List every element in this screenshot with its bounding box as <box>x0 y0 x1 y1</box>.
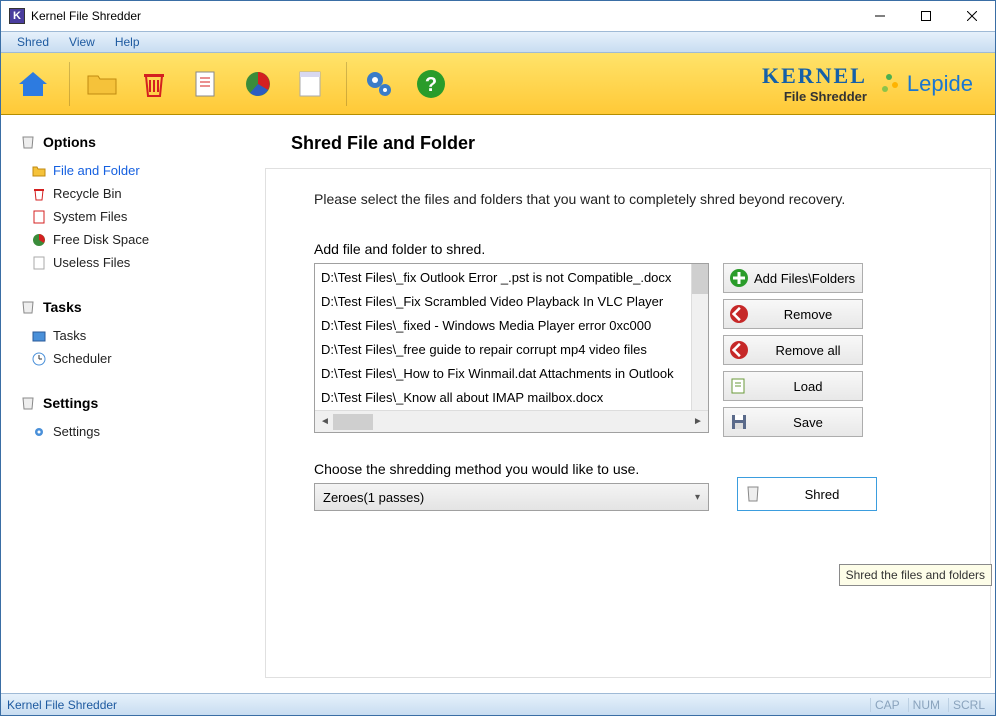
sidebar-group-tasks: Tasks <box>19 298 250 316</box>
clock-icon <box>31 351 47 367</box>
file-listbox[interactable]: D:\Test Files\_fix Outlook Error _.pst i… <box>314 263 709 433</box>
svg-text:?: ? <box>425 74 437 96</box>
load-button[interactable]: Load <box>723 371 863 401</box>
blank-file-icon <box>31 255 47 271</box>
sidebar-item-free-disk-space[interactable]: Free Disk Space <box>19 228 250 251</box>
system-files-button[interactable] <box>182 60 230 108</box>
folder-button[interactable] <box>78 60 126 108</box>
tooltip: Shred the files and folders <box>839 564 992 586</box>
sidebar-group-options: Options <box>19 133 250 151</box>
pie-icon <box>31 232 47 248</box>
status-num: NUM <box>908 698 944 712</box>
status-scrl: SCRL <box>948 698 989 712</box>
shred-icon <box>742 483 764 505</box>
load-icon <box>728 375 750 397</box>
brand: KERNEL File Shredder <box>762 63 879 104</box>
vendor-logo: Lepide <box>879 71 987 97</box>
home-button[interactable] <box>9 60 57 108</box>
sidebar-item-tasks[interactable]: Tasks <box>19 324 250 347</box>
list-item[interactable]: D:\Test Files\_Fix Scrambled Video Playb… <box>321 290 708 314</box>
remove-icon <box>728 339 750 361</box>
separator <box>346 62 347 106</box>
sidebar-item-system-files[interactable]: System Files <box>19 205 250 228</box>
shred-button[interactable]: Shred <box>737 477 877 511</box>
sidebar-item-settings[interactable]: Settings <box>19 420 250 443</box>
menu-shred[interactable]: Shred <box>7 33 59 51</box>
sidebar-item-recycle-bin[interactable]: Recycle Bin <box>19 182 250 205</box>
intro-text: Please select the files and folders that… <box>314 191 894 207</box>
list-item[interactable]: D:\Test Files\_How to Fix Winmail.dat At… <box>321 362 708 386</box>
status-cap: CAP <box>870 698 904 712</box>
brand-name: KERNEL <box>762 63 867 89</box>
toolbar: ? KERNEL File Shredder Lepide <box>1 53 995 115</box>
main-panel: Shred File and Folder Please select the … <box>261 115 995 693</box>
close-button[interactable] <box>949 1 995 31</box>
list-item[interactable]: D:\Test Files\_fix Outlook Error _.pst i… <box>321 266 708 290</box>
method-label: Choose the shredding method you would li… <box>314 461 709 477</box>
list-item[interactable]: D:\Test Files\_free guide to repair corr… <box>321 338 708 362</box>
folder-icon <box>31 163 47 179</box>
titlebar: K Kernel File Shredder <box>1 1 995 31</box>
method-dropdown[interactable]: Zeroes(1 passes) ▾ <box>314 483 709 511</box>
settings-button[interactable] <box>355 60 403 108</box>
list-label: Add file and folder to shred. <box>314 241 972 257</box>
help-button[interactable]: ? <box>407 60 455 108</box>
brand-sub: File Shredder <box>762 89 867 104</box>
horizontal-scrollbar[interactable]: ◄► <box>315 410 708 432</box>
chevron-down-icon: ▾ <box>695 492 700 503</box>
file-icon <box>31 209 47 225</box>
sidebar-item-scheduler[interactable]: Scheduler <box>19 347 250 370</box>
save-icon <box>728 411 750 433</box>
add-files-button[interactable]: Add Files\Folders <box>723 263 863 293</box>
disk-space-button[interactable] <box>234 60 282 108</box>
remove-button[interactable]: Remove <box>723 299 863 329</box>
recycle-icon <box>31 186 47 202</box>
menu-view[interactable]: View <box>59 33 105 51</box>
status-text: Kernel File Shredder <box>7 698 117 712</box>
vertical-scrollbar[interactable] <box>691 264 708 410</box>
save-button[interactable]: Save <box>723 407 863 437</box>
minimize-button[interactable] <box>857 1 903 31</box>
tasks-group-icon <box>19 298 37 316</box>
menubar: Shred View Help <box>1 31 995 53</box>
sidebar-item-useless-files[interactable]: Useless Files <box>19 251 250 274</box>
statusbar: Kernel File Shredder CAP NUM SCRL <box>1 693 995 715</box>
window-title: Kernel File Shredder <box>31 9 141 23</box>
useless-files-button[interactable] <box>286 60 334 108</box>
page-title: Shred File and Folder <box>291 133 995 154</box>
sidebar-item-file-and-folder[interactable]: File and Folder <box>19 159 250 182</box>
list-item[interactable]: D:\Test Files\_Know all about IMAP mailb… <box>321 386 708 410</box>
list-item[interactable]: D:\Test Files\_fixed - Windows Media Pla… <box>321 314 708 338</box>
app-icon: K <box>9 8 25 24</box>
plus-icon <box>728 267 750 289</box>
recycle-button[interactable] <box>130 60 178 108</box>
remove-all-button[interactable]: Remove all <box>723 335 863 365</box>
maximize-button[interactable] <box>903 1 949 31</box>
gear-icon <box>31 424 47 440</box>
sidebar: Options File and Folder Recycle Bin Syst… <box>1 115 261 693</box>
menu-help[interactable]: Help <box>105 33 150 51</box>
separator <box>69 62 70 106</box>
settings-group-icon <box>19 394 37 412</box>
sidebar-group-settings: Settings <box>19 394 250 412</box>
options-icon <box>19 133 37 151</box>
remove-icon <box>728 303 750 325</box>
tasks-icon <box>31 328 47 344</box>
